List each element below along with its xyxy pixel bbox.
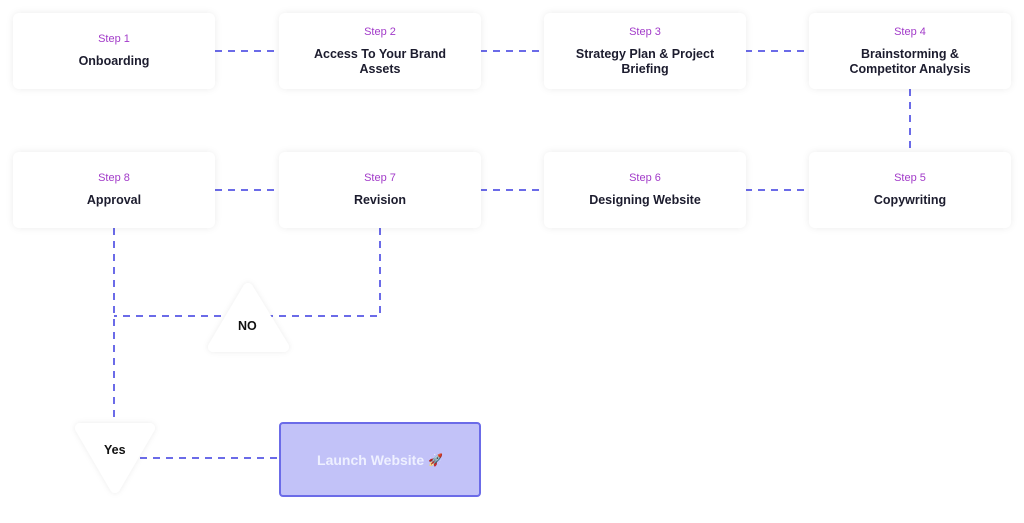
- step-title: Brainstorming & Competitor Analysis: [849, 46, 971, 76]
- step-label: Step 6: [629, 172, 661, 184]
- rocket-icon: 🚀: [428, 452, 443, 467]
- step-label: Step 4: [894, 25, 926, 38]
- step-title: Access To Your Brand Assets: [314, 46, 446, 76]
- decision-no-triangle: [208, 283, 289, 352]
- step-4-card: Step 4 Brainstorming & Competitor Analys…: [809, 13, 1011, 89]
- step-3-card: Step 3 Strategy Plan & Project Briefing: [544, 13, 746, 89]
- step-title: Copywriting: [873, 193, 947, 207]
- step-label: Step 1: [98, 33, 130, 45]
- step-title: Designing Website: [589, 193, 701, 207]
- step-label: Step 3: [629, 25, 661, 38]
- step-title: Strategy Plan & Project Briefing: [575, 46, 715, 76]
- step-5-card: Step 5 Copywriting: [809, 152, 1011, 228]
- launch-label: Launch Website: [317, 451, 425, 468]
- step-title: Approval: [86, 193, 142, 207]
- step-2-card: Step 2 Access To Your Brand Assets: [279, 13, 481, 89]
- decision-yes-triangle: [75, 423, 155, 493]
- step-label: Step 5: [894, 172, 926, 184]
- step-title: Onboarding: [78, 54, 150, 68]
- step-title: Revision: [353, 193, 407, 207]
- step-label: Step 2: [364, 25, 396, 38]
- step-7-card: Step 7 Revision: [279, 152, 481, 228]
- decision-yes-label: Yes: [104, 443, 126, 457]
- launch-website-box: Launch Website 🚀: [279, 422, 481, 497]
- decision-no-label: NO: [238, 319, 257, 333]
- step-1-card: Step 1 Onboarding: [13, 13, 215, 89]
- step-label: Step 8: [98, 172, 130, 184]
- step-8-card: Step 8 Approval: [13, 152, 215, 228]
- step-label: Step 7: [364, 172, 396, 184]
- step-6-card: Step 6 Designing Website: [544, 152, 746, 228]
